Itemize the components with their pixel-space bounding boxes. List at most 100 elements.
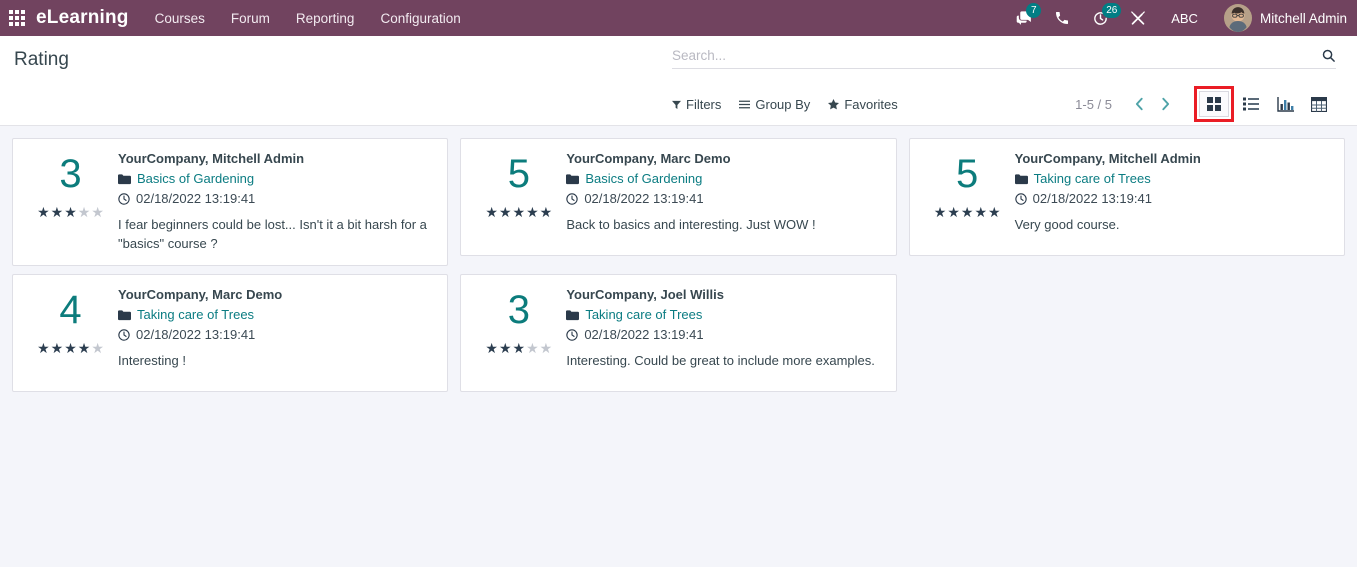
view-button-list[interactable] [1234,89,1268,119]
search-icon[interactable] [1321,48,1336,63]
pager-previous-button[interactable] [1126,91,1152,117]
pager-next-button[interactable] [1152,91,1178,117]
star-icon: ★ [91,204,104,220]
menu-item-reporting[interactable]: Reporting [296,11,355,26]
star-icon: ★ [512,204,526,220]
star-icon: ★ [933,204,947,220]
rating-date-line: 02/18/2022 13:19:41 [118,190,437,208]
card-body: YourCompany, Marc Demo Basics of Gardeni… [566,149,885,243]
rating-partner: YourCompany, Marc Demo [118,287,283,302]
kanban-cell: 4 ★ ★ ★ ★ ★ YourCompany, Marc Demo Takin… [6,270,454,396]
view-switcher [1194,86,1336,122]
favorites-label: Favorites [844,96,898,112]
search-input[interactable] [672,48,1321,63]
rating-card[interactable]: 3 ★ ★ ★ ★ ★ YourCompany, Joel Willis Tak… [460,274,897,392]
rating-date-line: 02/18/2022 13:19:41 [566,326,885,344]
view-button-pivot[interactable] [1302,89,1336,119]
group-by-lines-icon [739,100,751,108]
rating-date: 02/18/2022 13:19:41 [1032,191,1152,206]
rating-partner: YourCompany, Joel Willis [566,287,724,302]
messages-button[interactable]: 7 [1005,0,1043,36]
star-icon: ★ [64,340,77,356]
tools-icon [1131,11,1145,25]
pager-value: 1-5 / 5 [1075,96,1112,112]
card-score-column: 3 ★ ★ ★ ★ ★ [471,285,566,379]
star-icon: ★ [50,204,64,220]
control-panel: Rating Filters [0,36,1357,126]
graph-view-icon [1276,96,1294,112]
rating-feedback: Very good course. [1014,217,1120,232]
rating-score: 5 [507,152,530,196]
menu-item-configuration[interactable]: Configuration [380,11,460,26]
tools-button[interactable] [1119,0,1157,36]
folder-icon [118,173,131,185]
rating-course[interactable]: Basics of Gardening [585,170,702,188]
filter-funnel-icon [672,100,681,109]
search-view [672,48,1336,69]
user-avatar-image [1223,4,1252,32]
rating-feedback: I fear beginners could be lost... Isn't … [118,217,427,251]
filters-dropdown[interactable]: Filters [672,97,721,112]
activities-button[interactable]: 26 [1081,0,1122,36]
rating-course[interactable]: Taking care of Trees [1034,170,1151,188]
kanban-cell: 3 ★ ★ ★ ★ ★ YourCompany, Mitchell Admin [6,134,454,270]
rating-card[interactable]: 4 ★ ★ ★ ★ ★ YourCompany, Marc Demo Takin… [12,274,449,392]
card-score-column: 5 ★ ★ ★ ★ ★ [920,149,1015,243]
rating-course-line: Taking care of Trees [566,306,885,324]
rating-stars: ★ ★ ★ ★ ★ [37,341,104,355]
view-button-kanban[interactable] [1194,86,1234,122]
rating-course[interactable]: Taking care of Trees [585,306,702,324]
main-menu: Courses Forum Reporting Configuration [155,11,461,26]
rating-course[interactable]: Basics of Gardening [137,170,254,188]
rating-score: 3 [59,152,82,196]
chevron-left-icon [1135,97,1143,111]
rating-score: 5 [956,152,979,196]
rating-feedback: Back to basics and interesting. Just WOW… [566,217,816,232]
phone-icon [1056,12,1069,24]
rating-date: 02/18/2022 13:19:41 [584,191,704,206]
rating-card[interactable]: 3 ★ ★ ★ ★ ★ YourCompany, Mitchell Admin [12,138,449,266]
avatar [1223,4,1252,32]
phone-button[interactable] [1043,0,1081,36]
apps-grid-icon[interactable] [6,7,28,29]
star-icon: ★ [526,204,539,220]
rating-date: 02/18/2022 13:19:41 [136,191,256,206]
rating-stars: ★ ★ ★ ★ ★ [485,205,552,219]
view-button-graph[interactable] [1268,89,1302,119]
search-bar[interactable] [672,48,1336,69]
kanban-cell: 5 ★ ★ ★ ★ ★ YourCompany, Mitchell Admin [903,134,1351,270]
menu-item-courses[interactable]: Courses [155,11,205,26]
star-icon: ★ [947,204,960,220]
favorites-dropdown[interactable]: Favorites [828,96,898,112]
menu-item-forum[interactable]: Forum [231,11,270,26]
rating-course-line: Basics of Gardening [118,170,437,188]
group-by-dropdown[interactable]: Group By [739,97,810,112]
clock-icon [1014,193,1027,205]
rating-stars: ★ ★ ★ ★ ★ [934,205,1001,219]
card-body: YourCompany, Mitchell Admin Taking care … [1014,149,1334,243]
top-navbar: eLearning Courses Forum Reporting Config… [0,0,1357,36]
messages-badge: 7 [1026,3,1042,18]
page-title: Rating [14,49,69,70]
rating-partner: YourCompany, Mitchell Admin [118,151,305,166]
rating-card[interactable]: 5 ★ ★ ★ ★ ★ YourCompany, Mitchell Admin [908,138,1345,256]
debug-abc-label[interactable]: ABC [1157,11,1212,26]
star-icon: ★ [974,204,987,220]
rating-course-line: Taking care of Trees [118,306,437,324]
list-view-icon [1243,97,1259,111]
star-icon: ★ [91,340,104,356]
rating-date: 02/18/2022 13:19:41 [136,327,256,342]
rating-score: 4 [59,288,82,332]
card-body: YourCompany, Marc Demo Taking care of Tr… [118,285,437,379]
rating-course[interactable]: Taking care of Trees [137,306,254,324]
rating-feedback: Interesting ! [118,353,186,368]
rating-date-line: 02/18/2022 13:19:41 [1014,190,1334,208]
app-brand-elearning[interactable]: eLearning [36,7,129,29]
rating-card[interactable]: 5 ★ ★ ★ ★ ★ YourCompany, Marc Demo Basic… [460,138,897,256]
user-menu[interactable]: Mitchell Admin [1212,4,1347,32]
kanban-button-inner [1199,91,1229,117]
kanban-cell: 3 ★ ★ ★ ★ ★ YourCompany, Joel Willis Tak… [454,270,902,396]
kanban-grid: 3 ★ ★ ★ ★ ★ YourCompany, Mitchell Admin [6,134,1351,396]
chevron-right-icon [1161,97,1169,111]
star-icon: ★ [77,204,91,220]
